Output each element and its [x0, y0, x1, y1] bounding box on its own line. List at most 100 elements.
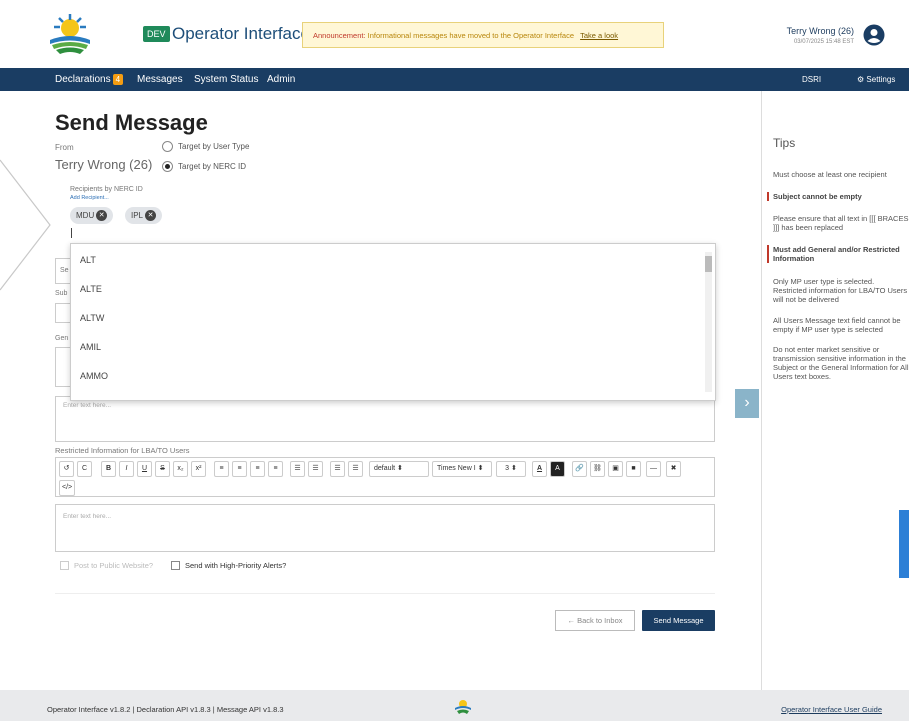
back-to-inbox-button[interactable]: ← Back to Inbox: [555, 610, 635, 631]
tip-item: Do not enter market sensitive or transmi…: [773, 345, 909, 381]
bullet-list-button[interactable]: ☰: [330, 461, 345, 477]
announcement-text: Informational messages have moved to the…: [367, 31, 575, 40]
outdent-button[interactable]: ☰: [290, 461, 305, 477]
radio-label: Target by User Type: [178, 142, 250, 151]
declarations-count-badge: 4: [112, 74, 124, 85]
restricted-editor-toolbar: ↺ C B I U S x₂ x² ≡ ≡ ≡ ≡ ☰ ☰ ☰ ☰ defaul…: [55, 457, 715, 497]
underline-button[interactable]: U: [137, 461, 152, 477]
dropdown-scrollbar[interactable]: [705, 252, 712, 392]
nerc-id-dropdown[interactable]: ALT ALTE ALTW AMIL AMMO: [70, 243, 716, 401]
align-center-button[interactable]: ≡: [232, 461, 247, 477]
nav-settings[interactable]: ⚙ Settings: [857, 75, 895, 84]
clear-format-icon[interactable]: ✖: [666, 461, 681, 477]
strikethrough-button[interactable]: S: [155, 461, 170, 477]
format-select-value: default: [374, 465, 396, 472]
app-header: DEV Operator Interface Announcement: Inf…: [0, 0, 909, 68]
tips-title: Tips: [773, 136, 796, 150]
collapse-panel-button[interactable]: ›: [735, 389, 759, 418]
restricted-info-editor[interactable]: Enter text here...: [55, 504, 715, 552]
general-info-editor[interactable]: Enter text here...: [55, 396, 715, 442]
font-select-value: Times New I: [437, 465, 476, 472]
bold-button[interactable]: B: [101, 461, 116, 477]
user-account-icon[interactable]: [863, 24, 885, 46]
company-logo-icon[interactable]: [46, 12, 94, 56]
radio-circle[interactable]: [162, 141, 173, 152]
numbered-list-button[interactable]: ☰: [348, 461, 363, 477]
remove-chip-icon[interactable]: ✕: [96, 210, 108, 221]
size-select[interactable]: 3 ⬍: [496, 461, 526, 477]
font-select[interactable]: Times New I ⬍: [432, 461, 492, 477]
footer-logo-icon: [455, 700, 471, 714]
version-info: Operator Interface v1.8.2 | Declaration …: [47, 705, 284, 714]
app-footer: Operator Interface v1.8.2 | Declaration …: [0, 690, 909, 721]
dropdown-option[interactable]: ALT: [80, 255, 96, 265]
dropdown-option[interactable]: ALTE: [80, 284, 102, 294]
radio-label: Target by NERC ID: [178, 162, 247, 171]
user-name[interactable]: Terry Wrong (26): [787, 26, 854, 36]
dropdown-option[interactable]: ALTW: [80, 313, 104, 323]
tip-item: Must choose at least one recipient: [773, 170, 887, 179]
announcement-banner: Announcement: Informational messages hav…: [302, 22, 664, 48]
nav-system-status[interactable]: System Status: [194, 74, 258, 85]
environment-badge: DEV: [143, 26, 170, 42]
redo-button[interactable]: C: [77, 461, 92, 477]
dropdown-option[interactable]: AMMO: [80, 371, 108, 381]
nav-declarations[interactable]: Declarations 4: [55, 74, 124, 85]
recipient-chip-ipl: IPL ✕: [125, 207, 163, 224]
announcement-link[interactable]: Take a look: [580, 31, 618, 40]
restricted-info-label: Restricted Information for LBA/TO Users: [55, 446, 190, 455]
tip-item-error: Subject cannot be empty: [767, 192, 903, 201]
unlink-icon[interactable]: ⛓: [590, 461, 605, 477]
general-label: Gen: [55, 335, 69, 342]
horizontal-rule-icon[interactable]: —: [646, 461, 661, 477]
panel-divider: [761, 91, 762, 690]
size-select-value: 3: [505, 465, 510, 472]
form-divider: [55, 593, 715, 594]
user-guide-link[interactable]: Operator Interface User Guide: [781, 705, 882, 714]
code-view-button[interactable]: </>: [59, 480, 76, 496]
superscript-button[interactable]: x²: [191, 461, 206, 477]
dropdown-scroll-thumb[interactable]: [705, 256, 712, 272]
video-icon[interactable]: ■: [626, 461, 641, 477]
recipient-input-caret[interactable]: [71, 228, 72, 238]
text-color-button[interactable]: A: [532, 461, 547, 477]
nav-dsri[interactable]: DSRI: [802, 75, 821, 84]
send-message-button[interactable]: Send Message: [642, 610, 715, 631]
select-partial-text: Se: [60, 267, 69, 274]
nav-messages[interactable]: Messages: [137, 74, 183, 85]
high-priority-checkbox[interactable]: Send with High-Priority Alerts?: [171, 561, 286, 570]
indent-button[interactable]: ☰: [308, 461, 323, 477]
italic-button[interactable]: I: [119, 461, 134, 477]
checkbox-box[interactable]: [60, 561, 69, 570]
remove-chip-icon[interactable]: ✕: [145, 210, 157, 221]
tip-item-error: Must add General and/or Restricted Infor…: [767, 245, 903, 263]
announcement-label: Announcement:: [313, 31, 366, 40]
image-icon[interactable]: ▣: [608, 461, 623, 477]
highlight-color-button[interactable]: A: [550, 461, 565, 477]
recipients-label: Recipients by NERC ID: [70, 186, 143, 193]
radio-target-nerc-id[interactable]: Target by NERC ID: [162, 161, 246, 172]
link-icon[interactable]: 🔗: [572, 461, 587, 477]
checkbox-box[interactable]: [171, 561, 180, 570]
add-recipient-link[interactable]: Add Recipient...: [70, 195, 109, 201]
from-label: From: [55, 143, 74, 152]
justify-button[interactable]: ≡: [268, 461, 283, 477]
format-select[interactable]: default ⬍: [369, 461, 429, 477]
recipient-chip-mdu: MDU ✕: [70, 207, 114, 224]
main-nav: Declarations 4 Messages System Status Adm…: [0, 68, 909, 91]
app-title: Operator Interface: [172, 24, 310, 43]
checkbox-label: Post to Public Website?: [74, 561, 154, 570]
chevron-decoration-icon: [0, 159, 51, 291]
nav-declarations-label: Declarations: [55, 74, 111, 85]
post-public-checkbox[interactable]: Post to Public Website?: [60, 561, 153, 570]
align-left-button[interactable]: ≡: [214, 461, 229, 477]
nav-admin[interactable]: Admin: [267, 74, 295, 85]
radio-circle-selected[interactable]: [162, 161, 173, 172]
subscript-button[interactable]: x₂: [173, 461, 188, 477]
align-right-button[interactable]: ≡: [250, 461, 265, 477]
radio-target-user-type[interactable]: Target by User Type: [162, 141, 249, 152]
dropdown-option[interactable]: AMIL: [80, 342, 101, 352]
undo-button[interactable]: ↺: [59, 461, 74, 477]
feedback-tab[interactable]: [899, 510, 909, 578]
user-datetime: 03/07/2025 15:48 EST: [793, 39, 854, 45]
